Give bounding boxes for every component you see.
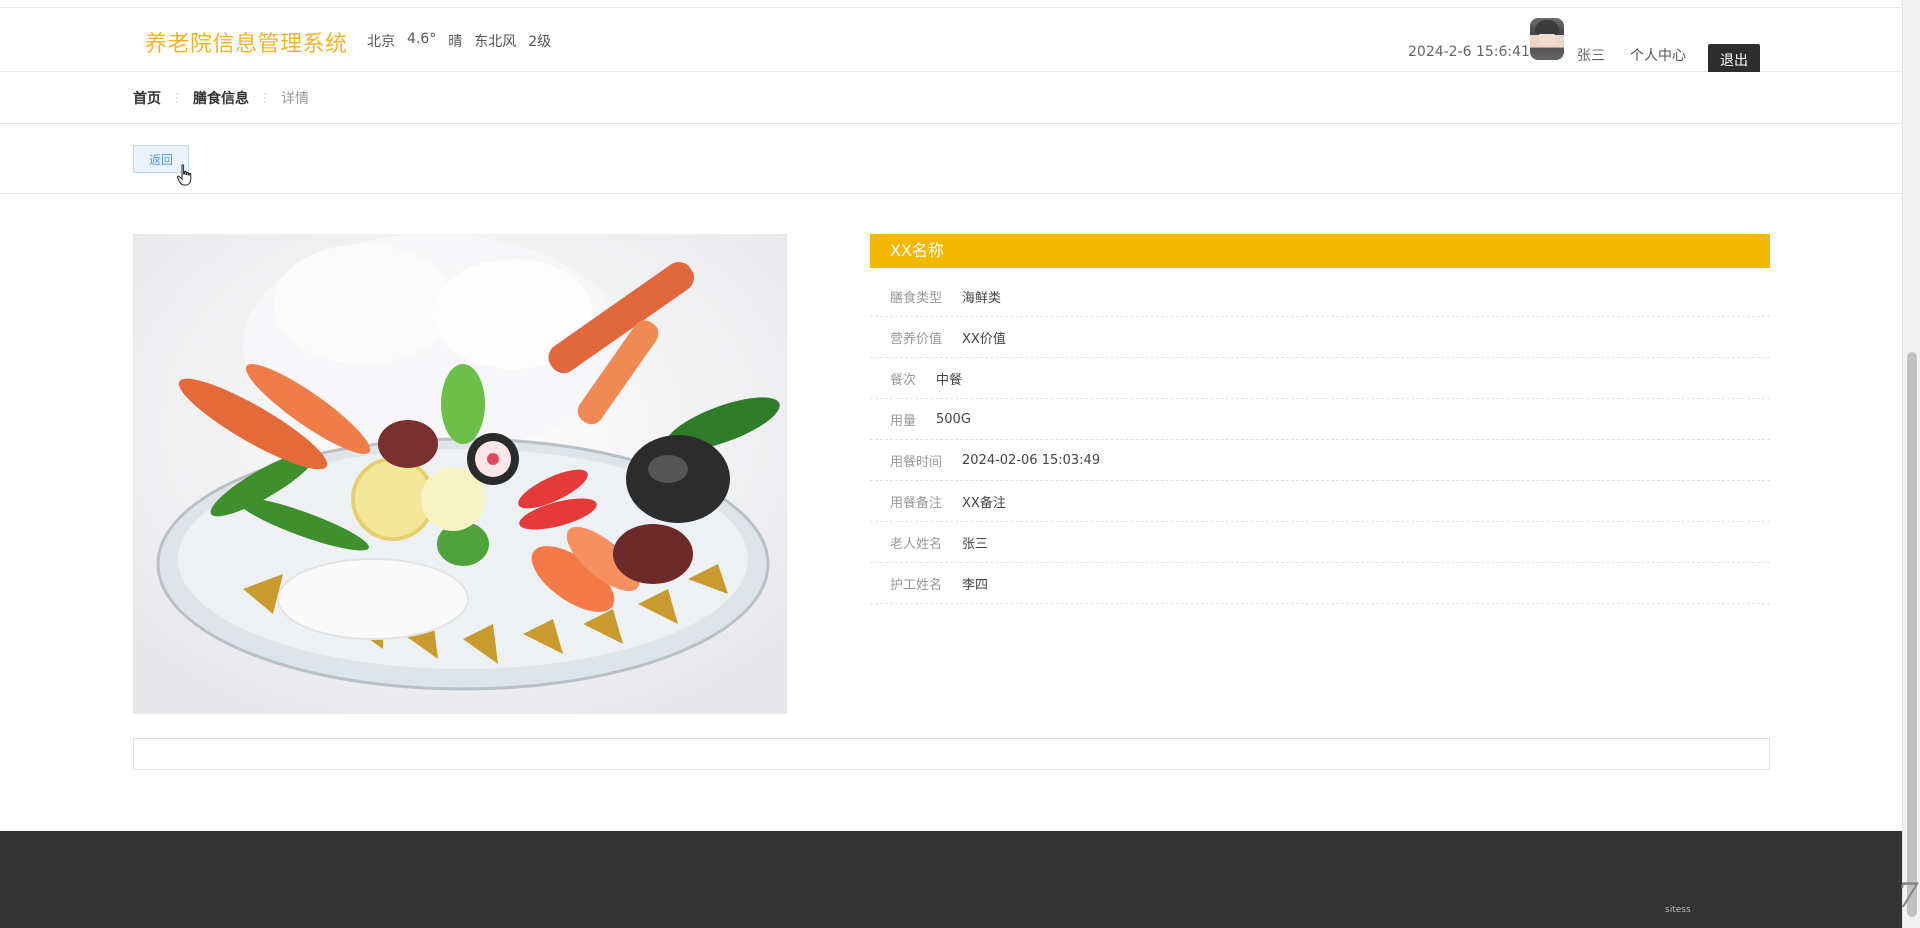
detail-row-meal-time: 用餐时间 2024-02-06 15:03:49 bbox=[870, 440, 1770, 481]
breadcrumb-separator-icon: ⋮ bbox=[259, 91, 271, 105]
breadcrumb: 首页 ⋮ 膳食信息 ⋮ 详情 bbox=[133, 88, 309, 108]
hand-pointer-icon bbox=[176, 164, 192, 186]
breadcrumb-current: 详情 bbox=[281, 91, 309, 107]
detail-value: XX备注 bbox=[962, 495, 1006, 511]
detail-row-elder-name: 老人姓名 张三 bbox=[870, 522, 1770, 563]
detail-label: 护工姓名 bbox=[890, 577, 943, 593]
weather-condition: 晴 bbox=[448, 34, 463, 50]
header: 养老院信息管理系统 北京 4.6° 晴 东北风 2级 2024-2-6 15:6… bbox=[0, 8, 1902, 76]
weather-wind: 东北风 bbox=[474, 34, 517, 50]
current-time: 2024-2-6 15:6:41 bbox=[1408, 44, 1530, 60]
detail-value: 500G bbox=[936, 411, 971, 427]
detail-label: 营养价值 bbox=[890, 331, 943, 347]
site-title[interactable]: 养老院信息管理系统 bbox=[145, 26, 348, 58]
detail-value: 中餐 bbox=[936, 372, 963, 388]
detail-value: XX价值 bbox=[962, 331, 1006, 347]
top-edge bbox=[0, 0, 1902, 8]
breadcrumb-separator-icon: ⋮ bbox=[171, 91, 183, 105]
user-avatar[interactable] bbox=[1530, 18, 1564, 60]
content-area-empty bbox=[133, 738, 1770, 770]
detail-label: 用餐备注 bbox=[890, 495, 943, 511]
seafood-platter-image bbox=[133, 234, 787, 714]
vertical-scrollbar[interactable] bbox=[1902, 0, 1920, 928]
breadcrumb-section[interactable]: 膳食信息 bbox=[193, 88, 249, 108]
detail-row-diet-type: 膳食类型 海鲜类 bbox=[870, 276, 1770, 317]
detail-row-nutrition: 营养价值 XX价值 bbox=[870, 317, 1770, 358]
detail-label: 老人姓名 bbox=[890, 536, 943, 552]
corner-glyph-icon: 7 bbox=[1897, 876, 1919, 916]
scrollbar-thumb[interactable] bbox=[1907, 352, 1917, 917]
weather-wind-level: 2级 bbox=[528, 34, 552, 50]
detail-value: 张三 bbox=[962, 536, 989, 552]
detail-value: 2024-02-06 15:03:49 bbox=[962, 452, 1101, 468]
weather-temperature: 4.6° bbox=[407, 31, 437, 47]
weather-city: 北京 bbox=[367, 34, 395, 50]
detail-row-meal-note: 用餐备注 XX备注 bbox=[870, 481, 1770, 522]
weather-widget: 北京 4.6° 晴 东北风 2级 bbox=[367, 31, 551, 51]
detail-row-meal: 餐次 中餐 bbox=[870, 358, 1770, 399]
detail-label: 用餐时间 bbox=[890, 454, 943, 470]
detail-row-quantity: 用量 500G bbox=[870, 399, 1770, 440]
username: 张三 bbox=[1577, 48, 1605, 64]
detail-label: 用量 bbox=[890, 413, 917, 429]
detail-label: 膳食类型 bbox=[890, 290, 943, 306]
action-bar: 返回 bbox=[0, 124, 1902, 194]
detail-title: XX名称 bbox=[870, 234, 1770, 268]
breadcrumb-bar: 首页 ⋮ 膳食信息 ⋮ 详情 bbox=[0, 72, 1902, 124]
page: 养老院信息管理系统 北京 4.6° 晴 东北风 2级 2024-2-6 15:6… bbox=[0, 0, 1920, 928]
detail-list: 膳食类型 海鲜类 营养价值 XX价值 餐次 中餐 用量 500G 用餐时间 20… bbox=[870, 276, 1770, 604]
detail-value: 海鲜类 bbox=[962, 290, 1002, 306]
detail-panel: XX名称 膳食类型 海鲜类 营养价值 XX价值 餐次 中餐 用量 500G 用餐… bbox=[870, 234, 1770, 604]
detail-row-caregiver-name: 护工姓名 李四 bbox=[870, 563, 1770, 604]
footer: sitess bbox=[0, 831, 1902, 928]
detail-label: 餐次 bbox=[890, 372, 917, 388]
profile-link[interactable]: 个人中心 bbox=[1630, 45, 1686, 65]
breadcrumb-home[interactable]: 首页 bbox=[133, 88, 161, 108]
detail-value: 李四 bbox=[962, 577, 989, 593]
footer-mark: sitess bbox=[1665, 905, 1691, 915]
food-image bbox=[133, 234, 787, 714]
